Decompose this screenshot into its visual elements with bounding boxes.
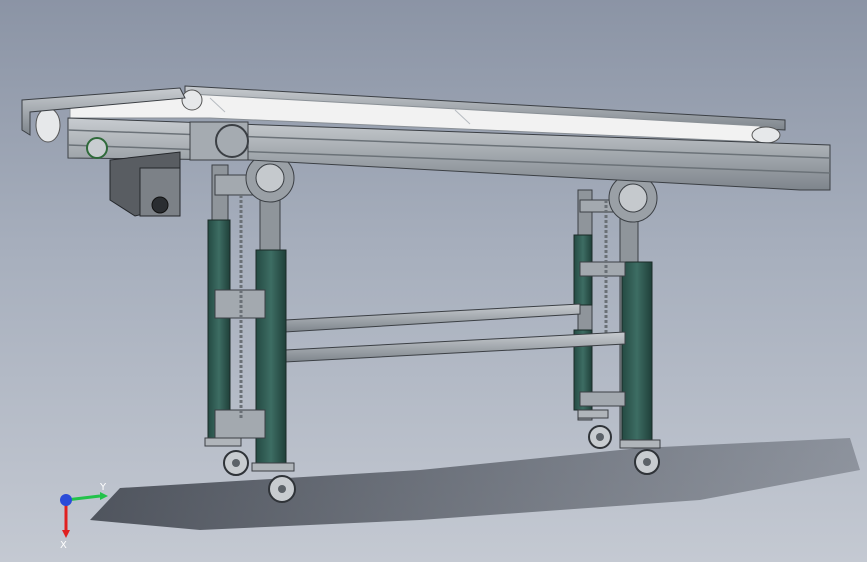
x-axis-label: X <box>60 540 67 550</box>
coordinate-triad: Y X <box>60 482 108 550</box>
front-leg-assembly[interactable] <box>204 153 296 503</box>
y-axis-label: Y <box>99 482 107 493</box>
conveyor-model[interactable] <box>0 0 867 562</box>
graphics-viewport[interactable]: Y X <box>0 0 867 562</box>
floor-shadow <box>90 438 860 530</box>
rear-leg-assembly[interactable] <box>573 173 661 475</box>
z-axis-marker <box>60 494 72 506</box>
drive-motor[interactable] <box>109 151 181 217</box>
